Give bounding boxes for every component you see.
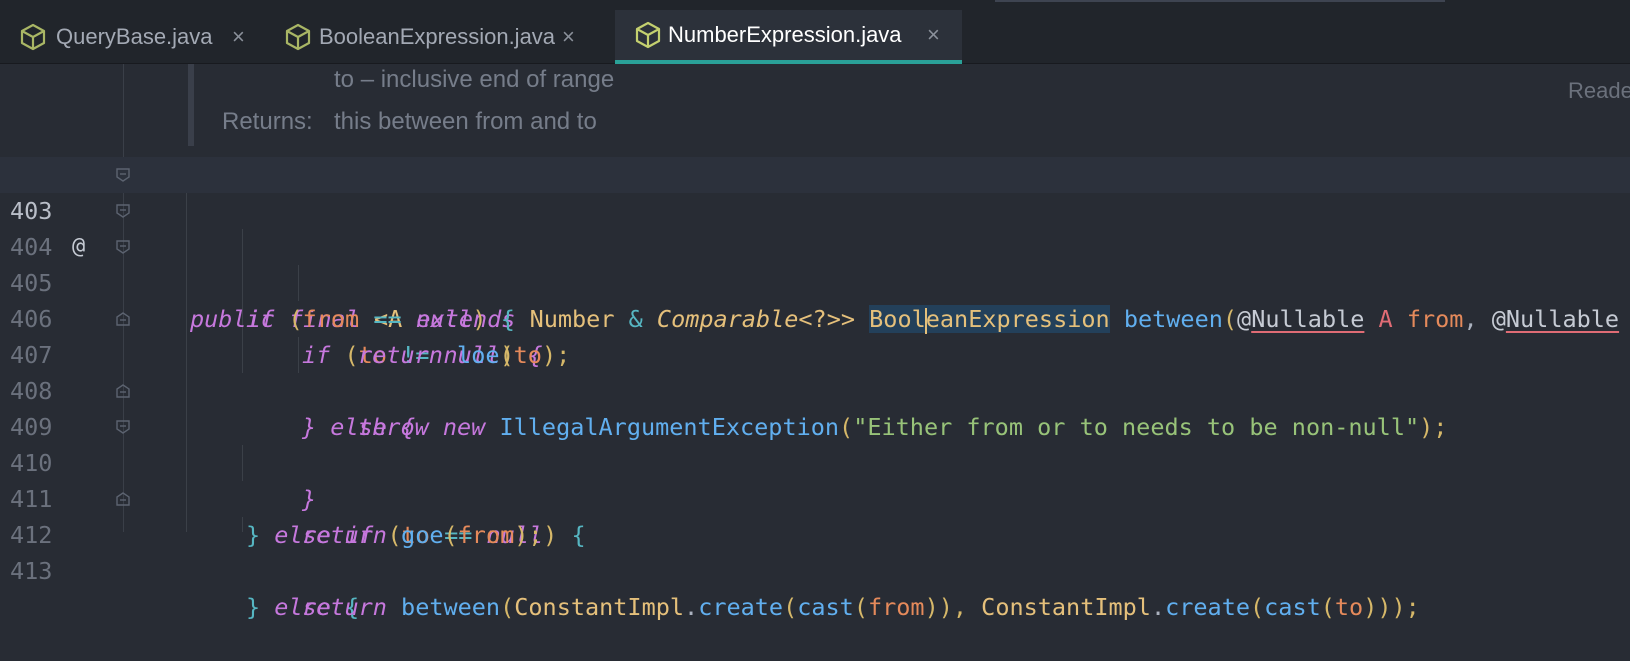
tab-label: QueryBase.java — [56, 24, 213, 49]
fold-icon[interactable] — [116, 168, 130, 182]
code-line-405[interactable]: 405 if (to != null) { — [0, 229, 1630, 369]
code-line-409[interactable]: 409 } — [0, 373, 1630, 513]
reader-mode-button[interactable]: Reader Mode — [1568, 78, 1630, 104]
code-line-411[interactable]: 411 return goe(from); — [0, 445, 1630, 549]
close-icon[interactable]: × — [562, 24, 575, 50]
javadoc-returns-label: Returns: — [222, 108, 313, 135]
rendered-javadoc: to – inclusive end of range Returns: thi… — [0, 64, 1630, 152]
javadoc-param: to – inclusive end of range — [334, 64, 614, 96]
fold-icon[interactable] — [116, 204, 130, 218]
java-class-icon — [20, 23, 46, 51]
java-class-icon — [285, 23, 311, 51]
code-line-406[interactable]: 406 return loe(to); — [0, 265, 1630, 369]
param-desc: – inclusive end of range — [360, 66, 615, 93]
fold-icon[interactable] — [116, 492, 130, 506]
javadoc-returns-text: this between from and to — [334, 108, 597, 135]
code-line-410[interactable]: 410 } else if (to == null) { — [0, 409, 1630, 549]
close-icon[interactable]: × — [927, 22, 940, 48]
fold-icon[interactable] — [116, 420, 130, 434]
code-line-413[interactable]: 413 return between(ConstantImpl.create(c… — [0, 517, 1630, 621]
fold-icon[interactable] — [116, 384, 130, 398]
window-scroll-indicator — [995, 0, 1445, 2]
code-line-408[interactable]: 408 throw new IllegalArgumentException("… — [0, 337, 1630, 441]
fold-icon[interactable] — [116, 240, 130, 254]
javadoc-bar — [188, 64, 194, 146]
code-editor[interactable]: 403 @ public final <A extends Number & C… — [0, 157, 1630, 621]
code-line-404[interactable]: 404 if (from == null) { — [0, 193, 1630, 333]
close-icon[interactable]: × — [232, 24, 245, 50]
tab-label: BooleanExpression.java — [319, 24, 556, 49]
code-line-412[interactable]: 412 } else { — [0, 481, 1630, 621]
code-line-407[interactable]: 407 } else { — [0, 301, 1630, 441]
code-text: return between(ConstantImpl.create(cast(… — [302, 593, 1420, 621]
editor-tab-bar: QueryBase.java × BooleanExpression.java … — [0, 0, 1630, 64]
java-class-icon — [635, 21, 661, 49]
line-number: 413 — [10, 557, 53, 585]
tab-label: NumberExpression.java — [668, 22, 902, 47]
param-name: to — [334, 66, 355, 93]
tab-numberexpression[interactable]: NumberExpression.java × — [615, 10, 962, 64]
code-line-403[interactable]: 403 @ public final <A extends Number & C… — [0, 157, 1630, 334]
fold-icon[interactable] — [116, 312, 130, 326]
tab-querybase[interactable]: QueryBase.java × — [0, 10, 265, 64]
tab-booleanexpression[interactable]: BooleanExpression.java × — [265, 10, 595, 64]
